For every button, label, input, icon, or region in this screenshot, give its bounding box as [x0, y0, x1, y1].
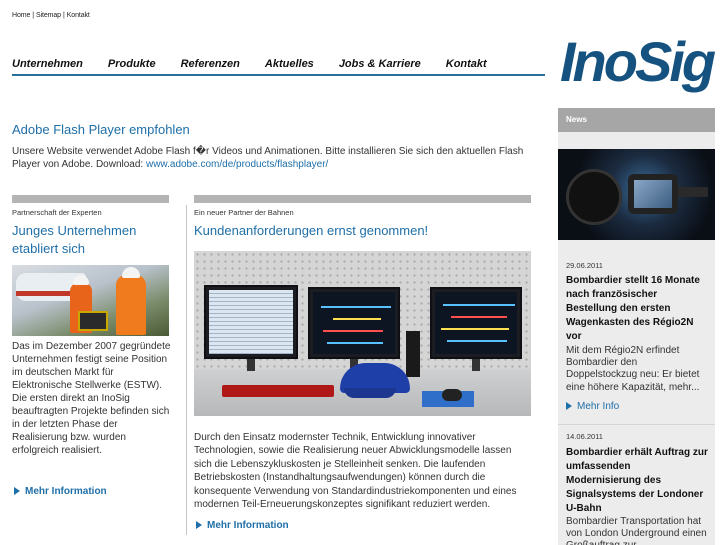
news-header: News — [558, 108, 715, 132]
lens-shape — [566, 169, 622, 225]
case-shape — [78, 311, 108, 331]
nav-produkte[interactable]: Produkte — [108, 58, 156, 74]
main-nav: Unternehmen Produkte Referenzen Aktuelle… — [12, 58, 545, 76]
middle-text: Durch den Einsatz modernster Technik, En… — [194, 432, 517, 511]
nav-kontakt[interactable]: Kontakt — [446, 58, 487, 74]
helmet-shape — [122, 267, 140, 278]
middle-title[interactable]: Kundenanforderungen ernst genommen! — [194, 222, 531, 240]
news-more-label: Mehr Info — [577, 401, 620, 412]
column-divider — [186, 205, 187, 535]
arrow-right-icon — [196, 521, 202, 529]
viewfinder-shape — [628, 174, 678, 214]
left-more-label: Mehr Information — [25, 486, 107, 497]
news-title[interactable]: Bombardier erhält Auftrag zur umfassende… — [566, 446, 708, 516]
toplink-sitemap[interactable]: Sitemap — [36, 12, 61, 19]
middle-more-link[interactable]: Mehr Information — [196, 520, 289, 531]
separator: | — [32, 12, 34, 19]
news-title[interactable]: Bombardier stellt 16 Monate nach französ… — [566, 274, 708, 344]
camera-photo — [558, 149, 715, 240]
worker-shape — [116, 275, 146, 335]
flash-notice-text: Unsere Website verwendet Adobe Flash f�r… — [12, 145, 532, 171]
inosig-logo[interactable]: InoSig — [560, 30, 716, 94]
nav-referenzen[interactable]: Referenzen — [181, 58, 240, 74]
left-column-bar — [12, 195, 169, 203]
keyboard-shape — [222, 385, 334, 397]
cap-brim — [344, 388, 396, 398]
toplink-home[interactable]: Home — [12, 12, 30, 19]
news-body: Mit dem Régio2N erfindet Bombardier den … — [566, 345, 700, 393]
middle-kicker: Ein neuer Partner der Bahnen — [194, 208, 294, 217]
arrow-right-icon — [14, 487, 20, 495]
helmet-shape — [73, 275, 89, 285]
workers-photo — [12, 265, 169, 336]
nav-unternehmen[interactable]: Unternehmen — [12, 58, 83, 74]
flash-download-link[interactable]: www.adobe.com/de/products/flashplayer/ — [146, 159, 328, 170]
nav-aktuelles[interactable]: Aktuelles — [265, 58, 314, 74]
left-title[interactable]: Junges Unternehmen etabliert sich — [12, 222, 169, 258]
monitor-shape — [204, 285, 298, 359]
separator: | — [62, 12, 65, 19]
computer-tower — [406, 331, 420, 377]
toplink-kontakt[interactable]: Kontakt — [67, 12, 90, 19]
monitor-shape — [308, 287, 400, 359]
top-links: Home | Sitemap | Kontakt — [12, 12, 90, 19]
left-text: Das im Dezember 2007 gegründete Unterneh… — [12, 341, 171, 456]
handle-shape — [678, 187, 708, 197]
nav-jobs-karriere[interactable]: Jobs & Karriere — [339, 58, 421, 74]
middle-column-bar — [194, 195, 531, 203]
news-more-link[interactable]: Mehr Info — [566, 401, 619, 412]
monitor-stand — [247, 359, 255, 371]
monitor-stand — [472, 359, 480, 371]
news-body: Bombardier Transportation hat von London… — [566, 516, 707, 545]
left-kicker: Partnerschaft der Experten — [12, 208, 102, 217]
news-date: 14.06.2011 — [566, 432, 603, 441]
left-more-link[interactable]: Mehr Information — [14, 486, 107, 497]
mouse-shape — [442, 389, 462, 401]
middle-more-label: Mehr Information — [207, 520, 289, 531]
arrow-right-icon — [566, 402, 572, 410]
monitor-shape — [430, 287, 522, 359]
flash-notice-title: Adobe Flash Player empfohlen — [12, 122, 190, 137]
control-room-photo — [194, 251, 531, 416]
news-date: 29.06.2011 — [566, 261, 603, 270]
news-separator — [558, 424, 715, 425]
